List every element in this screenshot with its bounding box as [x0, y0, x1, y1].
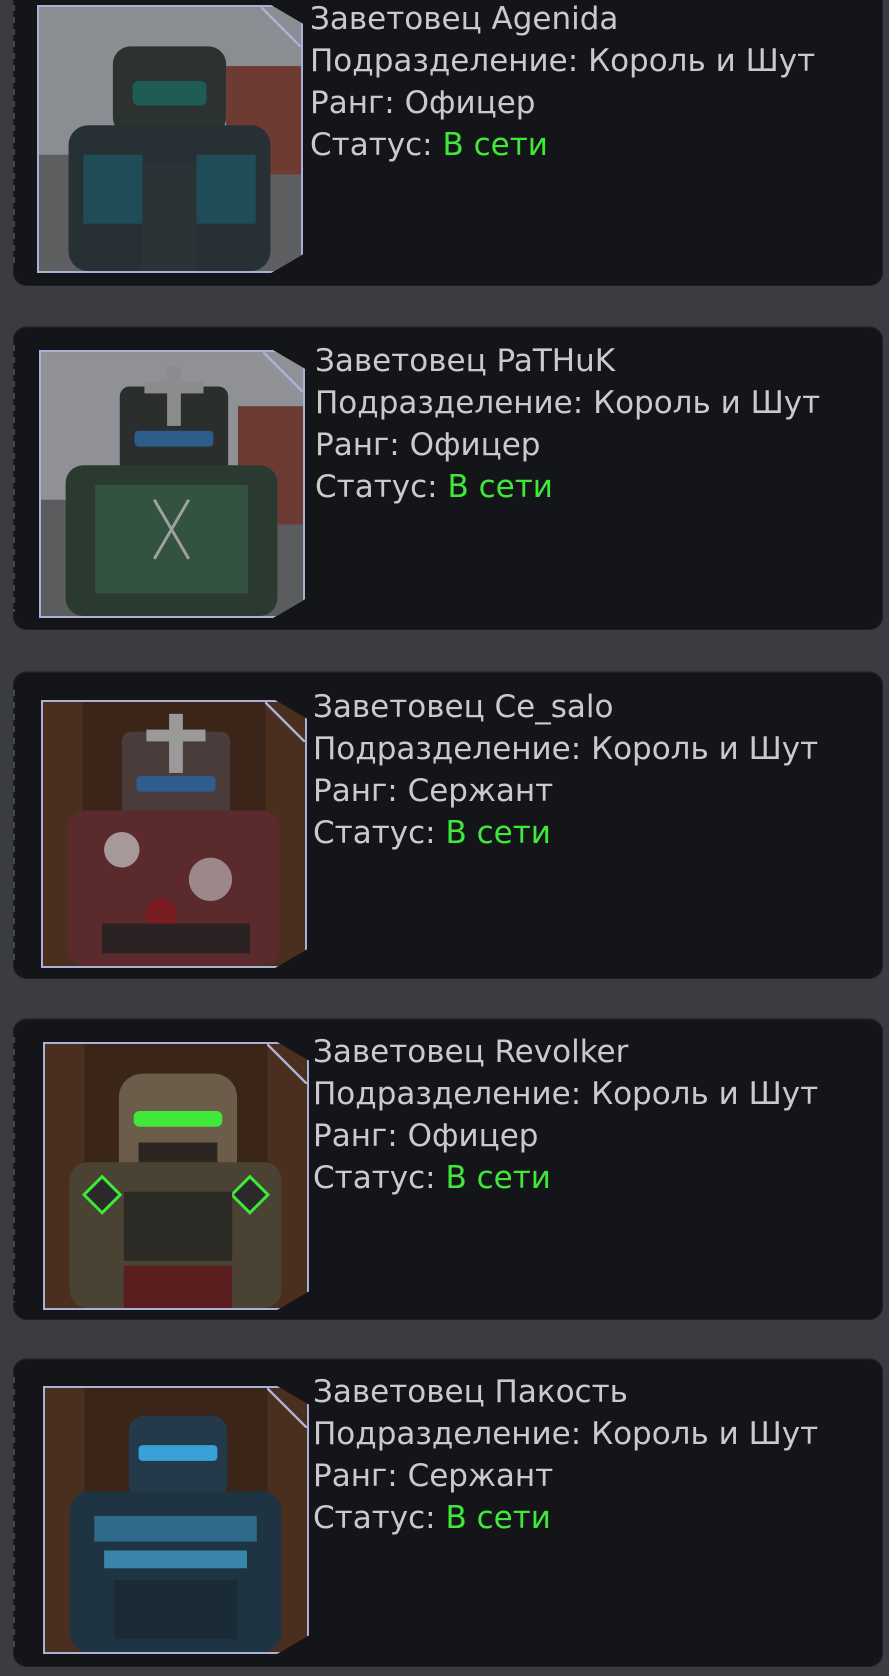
card-edge-decoration	[13, 690, 15, 961]
status-value: В сети	[442, 127, 548, 163]
member-info-3: Заветовец Ce_salo Подразделение: Король …	[313, 686, 818, 854]
division-label: Подразделение:	[313, 731, 582, 767]
card-edge-decoration	[13, 5, 15, 268]
member-division: Подразделение: Король и Шут	[315, 382, 820, 424]
member-name[interactable]: Заветовец Ce_salo	[313, 686, 818, 728]
member-status: Статус: В сети	[313, 1157, 818, 1199]
member-division: Подразделение: Король и Шут	[313, 1413, 818, 1455]
member-name[interactable]: Заветовец Пакость	[313, 1371, 818, 1413]
rank-value: Офицер	[404, 85, 536, 121]
card-edge-decoration	[13, 1037, 15, 1302]
status-value: В сети	[445, 1160, 551, 1196]
member-rank: Ранг: Офицер	[315, 424, 820, 466]
member-name[interactable]: Заветовец Agenida	[310, 0, 815, 40]
rank-value: Сержант	[407, 1458, 554, 1494]
member-card-1[interactable]: Заветовец Agenida Подразделение: Король …	[13, 0, 883, 286]
status-value: В сети	[445, 815, 551, 851]
member-card-4[interactable]: Заветовец Revolker Подразделение: Король…	[13, 1018, 883, 1320]
division-value: Король и Шут	[591, 1416, 819, 1452]
member-rank: Ранг: Сержант	[313, 770, 818, 812]
member-card-2[interactable]: Заветовец PaTHuK Подразделение: Король и…	[13, 326, 883, 630]
member-info-4: Заветовец Revolker Подразделение: Король…	[313, 1031, 818, 1199]
rank-value: Офицер	[409, 427, 541, 463]
member-division: Подразделение: Король и Шут	[313, 728, 818, 770]
rank-label: Ранг:	[315, 427, 400, 463]
member-portrait-5[interactable]	[43, 1386, 309, 1654]
member-division: Подразделение: Король и Шут	[310, 40, 815, 82]
member-portrait-3[interactable]	[41, 700, 307, 968]
member-rank: Ранг: Офицер	[313, 1115, 818, 1157]
armored-soldier-portrait-icon	[43, 702, 305, 966]
status-label: Статус:	[313, 815, 436, 851]
member-portrait-1[interactable]	[37, 5, 303, 273]
member-status: Статус: В сети	[313, 1497, 818, 1539]
member-info-2: Заветовец PaTHuK Подразделение: Король и…	[315, 340, 820, 508]
armored-soldier-portrait-icon	[39, 7, 301, 271]
division-label: Подразделение:	[310, 43, 579, 79]
division-value: Король и Шут	[593, 385, 821, 421]
rank-label: Ранг:	[313, 1458, 398, 1494]
armored-soldier-portrait-icon	[41, 352, 303, 616]
status-value: В сети	[447, 469, 553, 505]
division-label: Подразделение:	[313, 1416, 582, 1452]
member-rank: Ранг: Офицер	[310, 82, 815, 124]
division-value: Король и Шут	[588, 43, 816, 79]
division-label: Подразделение:	[315, 385, 584, 421]
status-label: Статус:	[313, 1160, 436, 1196]
member-name[interactable]: Заветовец Revolker	[313, 1031, 818, 1073]
member-portrait-2[interactable]	[39, 350, 305, 618]
rank-label: Ранг:	[310, 85, 395, 121]
member-status: Статус: В сети	[310, 124, 815, 166]
rank-label: Ранг:	[313, 1118, 398, 1154]
division-label: Подразделение:	[313, 1076, 582, 1112]
card-edge-decoration	[13, 1377, 15, 1649]
armored-soldier-portrait-icon	[45, 1044, 307, 1308]
member-info-1: Заветовец Agenida Подразделение: Король …	[310, 0, 815, 166]
card-edge-decoration	[13, 345, 15, 612]
division-value: Король и Шут	[591, 1076, 819, 1112]
member-info-5: Заветовец Пакость Подразделение: Король …	[313, 1371, 818, 1539]
status-value: В сети	[445, 1500, 551, 1536]
member-card-3[interactable]: Заветовец Ce_salo Подразделение: Король …	[13, 671, 883, 979]
division-value: Король и Шут	[591, 731, 819, 767]
member-division: Подразделение: Король и Шут	[313, 1073, 818, 1115]
member-rank: Ранг: Сержант	[313, 1455, 818, 1497]
status-label: Статус:	[310, 127, 433, 163]
member-status: Статус: В сети	[315, 466, 820, 508]
rank-value: Офицер	[407, 1118, 539, 1154]
member-name[interactable]: Заветовец PaTHuK	[315, 340, 820, 382]
rank-label: Ранг:	[313, 773, 398, 809]
member-status: Статус: В сети	[313, 812, 818, 854]
status-label: Статус:	[313, 1500, 436, 1536]
armored-soldier-portrait-icon	[45, 1388, 307, 1652]
member-card-5[interactable]: Заветовец Пакость Подразделение: Король …	[13, 1358, 883, 1667]
rank-value: Сержант	[407, 773, 554, 809]
member-portrait-4[interactable]	[43, 1042, 309, 1310]
status-label: Статус:	[315, 469, 438, 505]
